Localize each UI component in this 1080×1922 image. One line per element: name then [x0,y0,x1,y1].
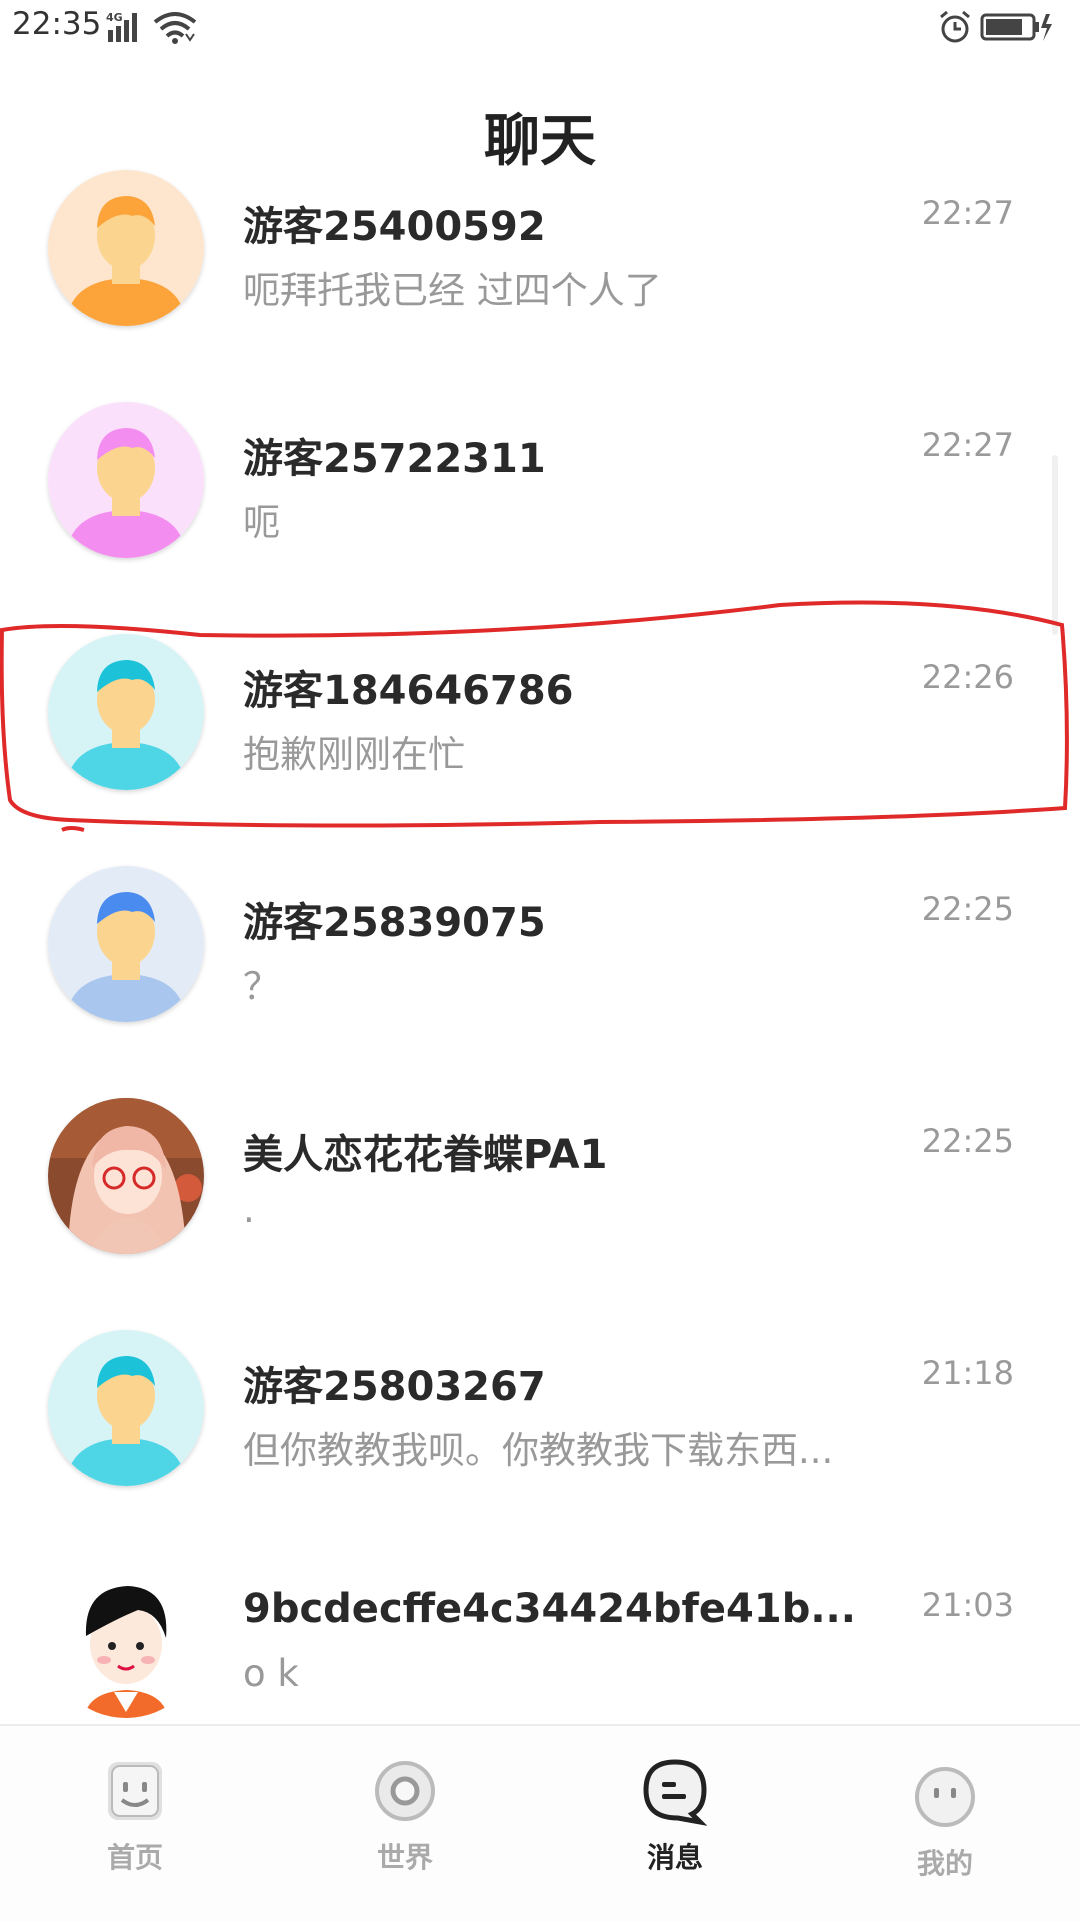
signal-icon: 4G [106,11,137,42]
orange-guest-avatar[interactable] [48,170,204,326]
chat-message: 呃拜托我已经 过四个人了 [243,269,662,312]
chat-time: 21:03 [921,1586,1014,1624]
chat-message: ？ [243,965,280,1008]
tab-profile[interactable]: 我的 [810,1726,1080,1922]
chat-time: 22:25 [921,890,1014,928]
chat-message: . [243,1188,255,1231]
chat-item[interactable]: 游客25722311 呃 22:27 [0,392,1080,624]
chat-item[interactable]: 游客25400592 呃拜托我已经 过四个人了 22:27 [0,160,1080,392]
cartoon-boy-avatar[interactable] [48,1562,204,1718]
tab-messages[interactable]: 消息 [540,1726,810,1922]
chat-item[interactable]: 美人恋花花眷蝶PA1 . 22:25 [0,1088,1080,1320]
chat-time: 22:27 [921,194,1014,232]
chat-time: 22:25 [921,1122,1014,1160]
chat-message: 但你教教我呗。你教教我下载东西... [243,1429,834,1472]
chat-message: o k [243,1652,299,1695]
chat-name: 游客25400592 [243,204,546,250]
wifi-icon [153,12,197,44]
chat-item[interactable]: 9bcdecffe4c34424bfe41b... o k 21:03 [0,1552,1080,1730]
blue-guest-avatar[interactable] [48,866,204,1022]
anime-girl-avatar[interactable] [48,1098,204,1254]
tab-world[interactable]: 世界 [270,1726,540,1922]
chat-name: 游客25722311 [243,436,546,482]
chat-time: 21:18 [921,1354,1014,1392]
battery-charging-icon [980,13,1052,41]
alarm-icon [940,10,970,43]
tab-label: 我的 [916,1847,973,1880]
tab-home[interactable]: 首页 [0,1726,270,1922]
chat-name: 美人恋花花眷蝶PA1 [243,1132,608,1178]
chat-item[interactable]: 游客25839075 ？ 22:25 [0,856,1080,1088]
chat-name: 9bcdecffe4c34424bfe41b... [243,1586,856,1632]
bottom-nav: 首页 世界 消息 我的 [0,1724,1080,1922]
profile-face-icon [915,1767,975,1827]
network-label: 4G [106,11,123,24]
cyan-guest-avatar[interactable] [48,1330,204,1486]
tab-label: 消息 [646,1841,703,1874]
chat-message: 抱歉刚刚在忙 [243,733,465,776]
chat-time: 22:26 [921,658,1014,696]
chat-name: 游客25839075 [243,900,546,946]
chat-list[interactable]: 游客25400592 呃拜托我已经 过四个人了 22:27 游客25722311… [0,160,1080,1730]
status-bar: 22:35 4G [0,0,1080,56]
chat-time: 22:27 [921,426,1014,464]
pink-guest-avatar[interactable] [48,402,204,558]
message-bubble-icon [643,1759,708,1826]
chat-message: 呃 [243,501,280,544]
chat-item[interactable]: 游客25803267 但你教教我呗。你教教我下载东西... 21:18 [0,1320,1080,1552]
status-time: 22:35 [12,6,102,42]
chat-name: 游客25803267 [243,1364,546,1410]
cyan-guest-avatar[interactable] [48,634,204,790]
home-face-icon [108,1762,162,1820]
tab-label: 世界 [376,1841,433,1874]
chat-item[interactable]: 游客184646786 抱歉刚刚在忙 22:26 [0,624,1080,856]
world-ring-icon [375,1761,435,1821]
tab-label: 首页 [106,1841,163,1874]
chat-name: 游客184646786 [243,668,574,714]
